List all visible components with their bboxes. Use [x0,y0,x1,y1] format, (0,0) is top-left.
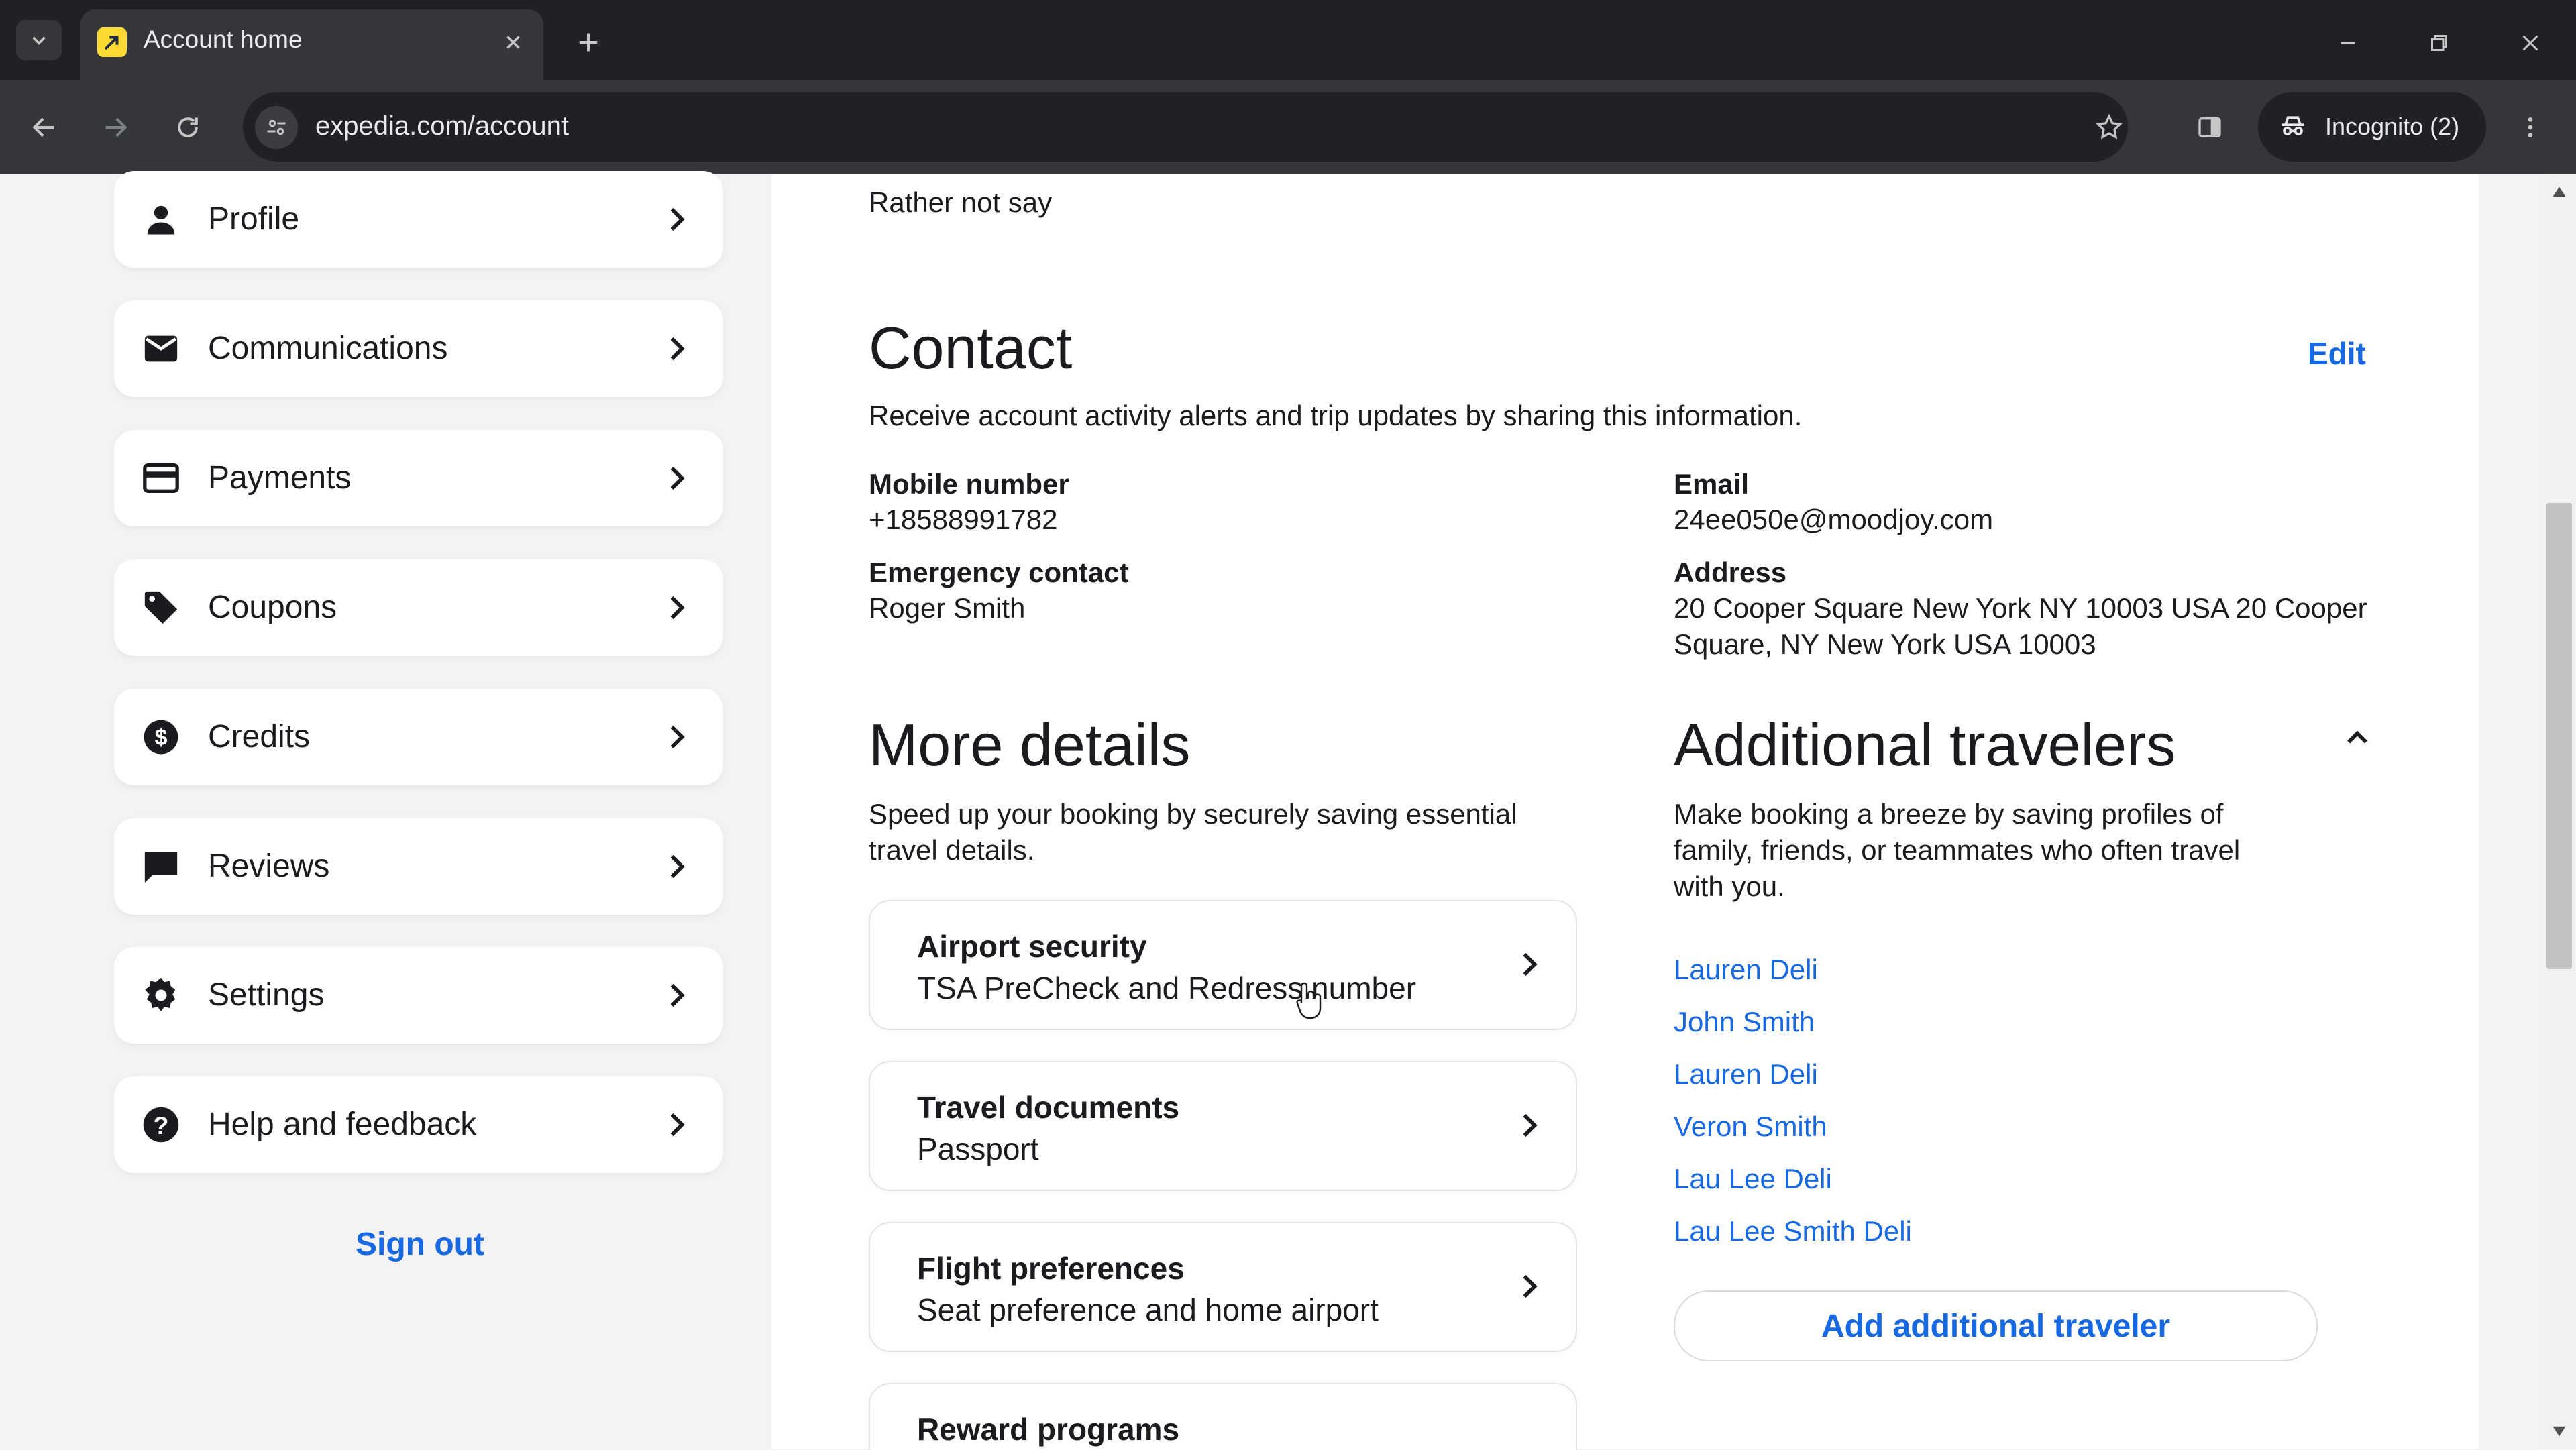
sidebar-item-label: Payments [208,460,352,496]
sidebar-item-help-and-feedback[interactable]: ? Help and feedback [114,1076,723,1173]
collapse-chevron-up-icon[interactable] [2340,720,2375,755]
bookmark-star-icon[interactable] [2088,106,2131,149]
sidebar-item-profile[interactable]: Profile [114,171,723,268]
emergency-contact-label: Emergency contact [869,557,1129,588]
incognito-label: Incognito (2) [2325,113,2460,140]
gear-icon [141,975,181,1015]
emergency-contact-value: Roger Smith [869,592,1026,624]
scroll-up-arrow-icon[interactable] [2549,184,2569,200]
address-line-1: 20 Cooper Square New York NY 10003 USA 2… [1674,592,2367,624]
sidebar-item-settings[interactable]: Settings [114,947,723,1044]
sidebar-item-label: Coupons [208,590,337,625]
travel-documents-card[interactable]: Travel documents Passport [869,1061,1577,1191]
site-info-icon[interactable] [255,106,298,149]
sidebar-item-credits[interactable]: $ Credits [114,689,723,785]
chat-bubble-icon [141,846,181,887]
traveler-link[interactable]: John Smith [1674,1006,1815,1038]
expedia-favicon-icon [97,27,127,57]
sidebar-item-payments[interactable]: Payments [114,430,723,526]
card-title: Travel documents [917,1090,1180,1125]
gender-value: Rather not say [869,186,1053,218]
new-tab-icon[interactable] [569,23,608,62]
hand-cursor-icon [1295,981,1324,1021]
sidebar-item-label: Help and feedback [208,1107,477,1142]
svg-text:?: ? [154,1111,169,1139]
more-details-description-line-2: travel details. [869,834,1035,866]
sidebar-item-label: Reviews [208,848,330,884]
traveler-link[interactable]: Lau Lee Deli [1674,1163,1832,1195]
forward-arrow-icon[interactable] [94,106,137,149]
contact-edit-link[interactable]: Edit [2308,335,2366,372]
card-subtitle: Seat preference and home airport [917,1292,1379,1327]
more-details-description-line-1: Speed up your booking by securely saving… [869,798,1517,830]
chevron-right-icon [670,207,685,231]
tab-title: Account home [144,25,303,53]
additional-travelers-description-line-2: family, friends, or teammates who often … [1674,834,2241,866]
card-subtitle: Passport [917,1131,1039,1166]
additional-travelers-heading: Additional travelers [1674,712,2176,778]
help-icon: ? [141,1105,181,1145]
browser-menu-icon[interactable] [2512,106,2549,149]
incognito-icon [2274,107,2312,145]
restore-window-icon[interactable] [2419,23,2459,63]
chevron-right-icon [1523,952,1538,977]
address-line-2: Square, NY New York USA 10003 [1674,628,2096,660]
sidebar-item-label: Profile [208,201,300,237]
svg-text:$: $ [155,725,168,750]
close-window-icon[interactable] [2510,23,2551,63]
dollar-coin-icon: $ [141,717,181,757]
tab-search-icon[interactable] [16,20,62,60]
reward-programs-card[interactable]: Reward programs [869,1383,1577,1450]
chevron-right-icon [670,337,685,361]
person-icon [141,199,181,239]
sidebar-item-label: Credits [208,719,311,755]
tab-close-icon[interactable] [496,25,530,59]
tag-icon [141,588,181,628]
more-details-heading: More details [869,712,1191,778]
add-additional-traveler-button[interactable]: Add additional traveler [1674,1290,2318,1361]
address-label: Address [1674,557,1787,588]
additional-travelers-description-line-3: with you. [1674,871,1785,902]
url-text: expedia.com/account [315,111,570,141]
email-value: 24ee050e@moodjoy.com [1674,504,1994,535]
chevron-right-icon [670,1113,685,1137]
sidebar-item-coupons[interactable]: Coupons [114,559,723,656]
scroll-down-arrow-icon[interactable] [2549,1423,2569,1439]
chevron-right-icon [670,983,685,1007]
contact-heading: Contact [869,315,1073,381]
card-subtitle: TSA PreCheck and Redress number [917,970,1417,1005]
chevron-right-icon [1523,1274,1538,1298]
sign-out-link[interactable]: Sign out [356,1226,484,1263]
traveler-link[interactable]: Lauren Deli [1674,1058,1818,1091]
back-arrow-icon[interactable] [23,106,66,149]
mobile-number-value: +18588991782 [869,504,1058,535]
card-title: Airport security [917,929,1147,964]
chevron-right-icon [670,854,685,879]
sidebar-item-label: Communications [208,331,448,366]
scrollbar-thumb[interactable] [2546,503,2572,969]
reload-icon[interactable] [166,106,209,149]
credit-card-icon [141,458,181,498]
sidebar-item-communications[interactable]: Communications [114,300,723,397]
additional-travelers-description-line-1: Make booking a breeze by saving profiles… [1674,798,2224,830]
chevron-right-icon [670,725,685,749]
traveler-link[interactable]: Lau Lee Smith Deli [1674,1215,1912,1247]
mail-icon [141,329,181,369]
traveler-link[interactable]: Veron Smith [1674,1111,1827,1143]
sidebar-item-label: Settings [208,977,325,1013]
side-panel-icon[interactable] [2188,106,2231,149]
airport-security-card[interactable]: Airport security TSA PreCheck and Redres… [869,900,1577,1030]
traveler-link[interactable]: Lauren Deli [1674,954,1818,986]
chevron-right-icon [670,466,685,490]
card-title: Reward programs [917,1412,1180,1447]
minimize-window-icon[interactable] [2328,23,2368,63]
email-label: Email [1674,468,1750,500]
card-title: Flight preferences [917,1251,1185,1286]
mobile-number-label: Mobile number [869,468,1069,500]
chevron-right-icon [1523,1113,1538,1137]
chevron-right-icon [670,596,685,620]
contact-description: Receive account activity alerts and trip… [869,400,1803,431]
sidebar-item-reviews[interactable]: Reviews [114,818,723,915]
flight-preferences-card[interactable]: Flight preferences Seat preference and h… [869,1222,1577,1352]
